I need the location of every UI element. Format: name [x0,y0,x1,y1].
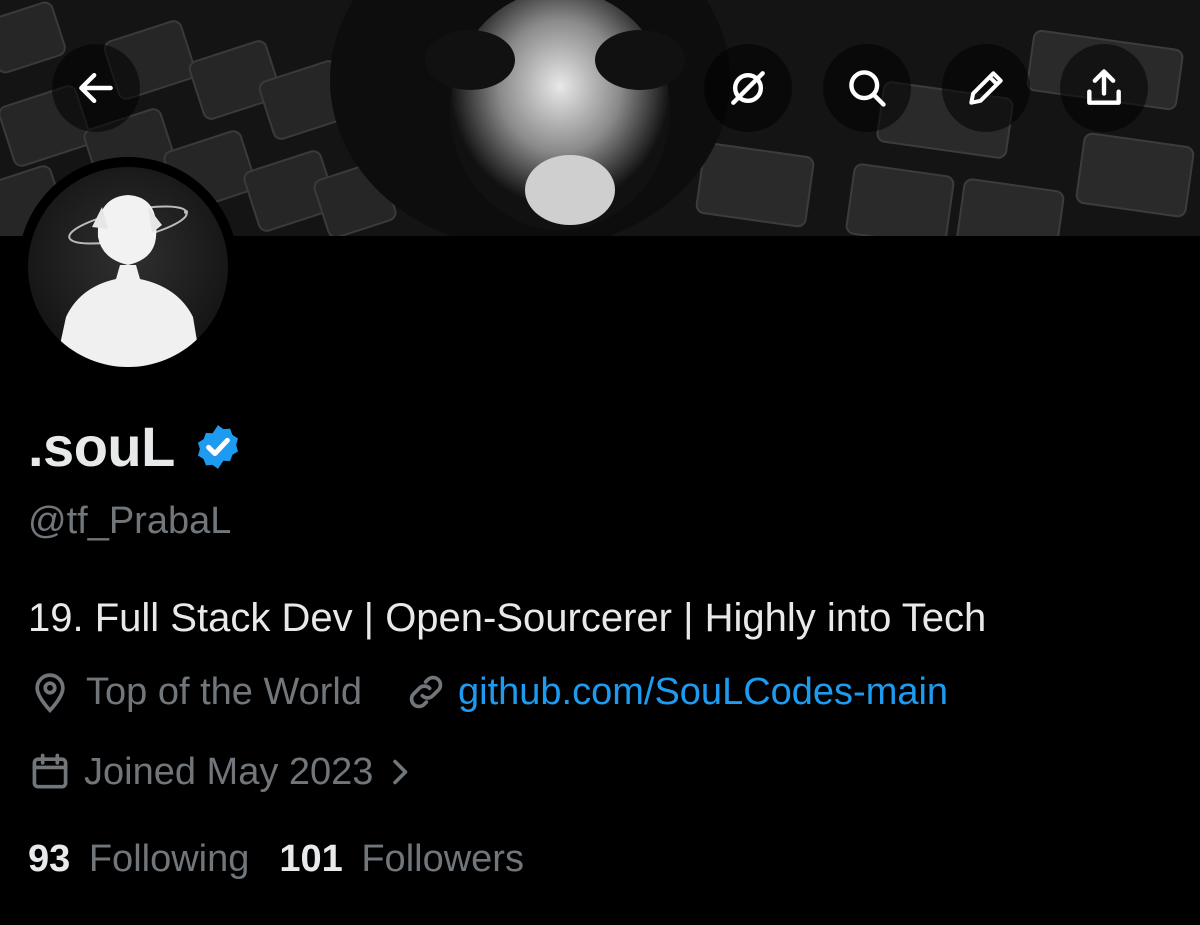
display-name: .souL [28,415,175,478]
following-label: Following [88,838,250,880]
followers-label: Followers [361,838,524,880]
profile-name-row: .souL [28,414,243,479]
share-icon [1087,69,1121,105]
profile-avatar[interactable] [18,157,238,377]
grok-button[interactable] [704,44,792,132]
arrow-left-icon [79,72,113,104]
verified-badge-icon[interactable] [193,422,243,472]
profile-handle: @tf_PrabaL [28,500,232,542]
search-button[interactable] [823,44,911,132]
profile-meta-row: Top of the World github.com/SouLCodes-ma… [28,670,948,714]
search-icon [849,70,886,107]
following-link[interactable]: 93 Following [28,838,249,881]
profile-joined-date: Joined May 2023 [84,750,374,793]
profile-bio: 19. Full Stack Dev | Open-Sourcerer | Hi… [28,596,987,640]
profile-stats: 93 Following 101 Followers [28,838,524,881]
back-button[interactable] [52,44,140,132]
followers-count: 101 [279,838,343,880]
calendar-icon [28,750,72,794]
following-count: 93 [28,838,71,880]
grok-icon [731,71,765,105]
profile-location: Top of the World [86,670,363,713]
chevron-right-icon [387,754,415,790]
link-icon [404,670,448,714]
avatar-image [28,167,228,367]
edit-button[interactable] [942,44,1030,132]
edit-pencil-icon [969,71,1003,105]
profile-joined-row[interactable]: Joined May 2023 [28,750,415,794]
profile-website-link[interactable]: github.com/SouLCodes-main [458,671,948,714]
location-pin-icon [28,670,72,714]
followers-link[interactable]: 101 Followers [279,838,524,881]
share-button[interactable] [1060,44,1148,132]
